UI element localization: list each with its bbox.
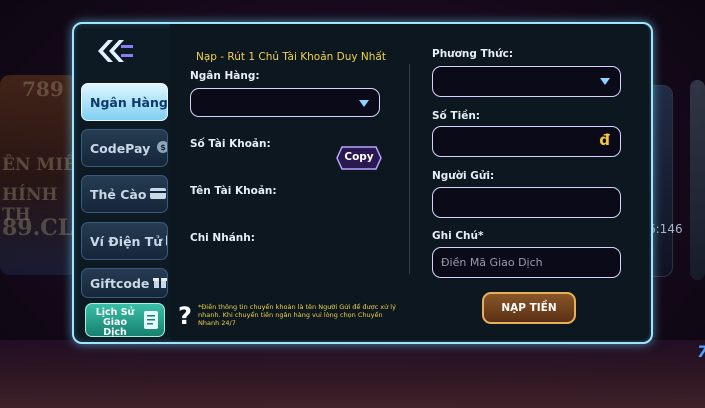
deposit-dialog: Ngân Hàng CodePay $ Thẻ Cào Ví Điện Tử G… <box>72 22 653 344</box>
wallet-icon <box>166 234 167 249</box>
background-game-tile-edge <box>690 80 705 280</box>
bank-select[interactable] <box>190 88 380 117</box>
method-select[interactable] <box>432 66 621 97</box>
account-name-label: Tên Tài Khoản: <box>190 185 277 197</box>
background-counter: 6:146 <box>648 222 683 236</box>
background-text: 89.CL <box>2 215 74 241</box>
transaction-history-button[interactable]: Lịch Sử Giao Dịch <box>85 303 165 338</box>
payment-sidebar: Ngân Hàng CodePay $ Thẻ Cào Ví Điện Tử G… <box>74 24 170 342</box>
background-floor <box>0 340 705 408</box>
coin-icon: $ <box>154 140 167 157</box>
note-input[interactable] <box>432 247 621 278</box>
tab-codepay[interactable]: CodePay $ <box>81 129 168 167</box>
document-icon <box>144 311 158 329</box>
form-title: Nạp - Rút 1 Chủ Tài Khoản Duy Nhất <box>196 51 386 63</box>
bank-label: Ngân Hàng: <box>190 70 260 82</box>
tab-ngan-hang[interactable]: Ngân Hàng <box>81 83 168 121</box>
copy-button[interactable]: Copy <box>336 146 382 170</box>
deposit-submit-button[interactable]: NẠP TIỀN <box>482 292 576 324</box>
copy-label: Copy <box>344 151 374 163</box>
tab-label: CodePay <box>90 140 151 156</box>
note-label: Ghi Chú* <box>432 230 484 242</box>
account-number-label: Số Tài Khoản: <box>190 138 271 150</box>
tab-label: Giftcode <box>90 275 150 291</box>
method-label: Phương Thức: <box>432 48 514 60</box>
sender-label: Người Gửi: <box>432 170 495 182</box>
branch-label: Chi Nhánh: <box>190 232 255 244</box>
history-label: Lịch Sử Giao Dịch <box>95 307 135 338</box>
sender-field[interactable] <box>433 188 620 217</box>
tab-vi-dien-tu[interactable]: Ví Điện Tử <box>81 222 168 260</box>
chevron-down-icon <box>600 78 610 85</box>
back-arrow-icon[interactable] <box>94 36 134 66</box>
column-divider <box>409 64 410 274</box>
card-icon <box>150 187 167 202</box>
tab-label: Ví Điện Tử <box>90 233 163 249</box>
svg-text:$: $ <box>160 143 166 152</box>
footer-note: *Điền thông tin chuyển khoản là tên Ngườ… <box>198 303 396 327</box>
background-text: 789 <box>22 77 64 101</box>
amount-input[interactable]: đ <box>432 126 621 157</box>
amount-field[interactable] <box>433 127 620 156</box>
background-corner-text: 7 <box>697 342 705 361</box>
tab-giftcode[interactable]: Giftcode <box>81 268 168 298</box>
currency-symbol: đ <box>599 131 610 149</box>
tab-label: Ngân Hàng <box>90 94 168 110</box>
help-icon[interactable]: ? <box>178 302 192 330</box>
note-field[interactable] <box>433 248 620 277</box>
amount-label: Số Tiền: <box>432 110 480 122</box>
gift-icon <box>153 276 167 291</box>
background-text: ÊN MIỀ <box>2 155 77 175</box>
background-game-tile-left: 789 ÊN MIỀ HÍNH TH 89.CL <box>0 75 78 275</box>
deposit-form: Nạp - Rút 1 Chủ Tài Khoản Duy Nhất Ngân … <box>170 24 649 340</box>
tab-the-cao[interactable]: Thẻ Cào <box>81 175 168 213</box>
sender-input[interactable] <box>432 187 621 218</box>
chevron-down-icon <box>359 100 369 107</box>
tab-label: Thẻ Cào <box>90 186 147 202</box>
